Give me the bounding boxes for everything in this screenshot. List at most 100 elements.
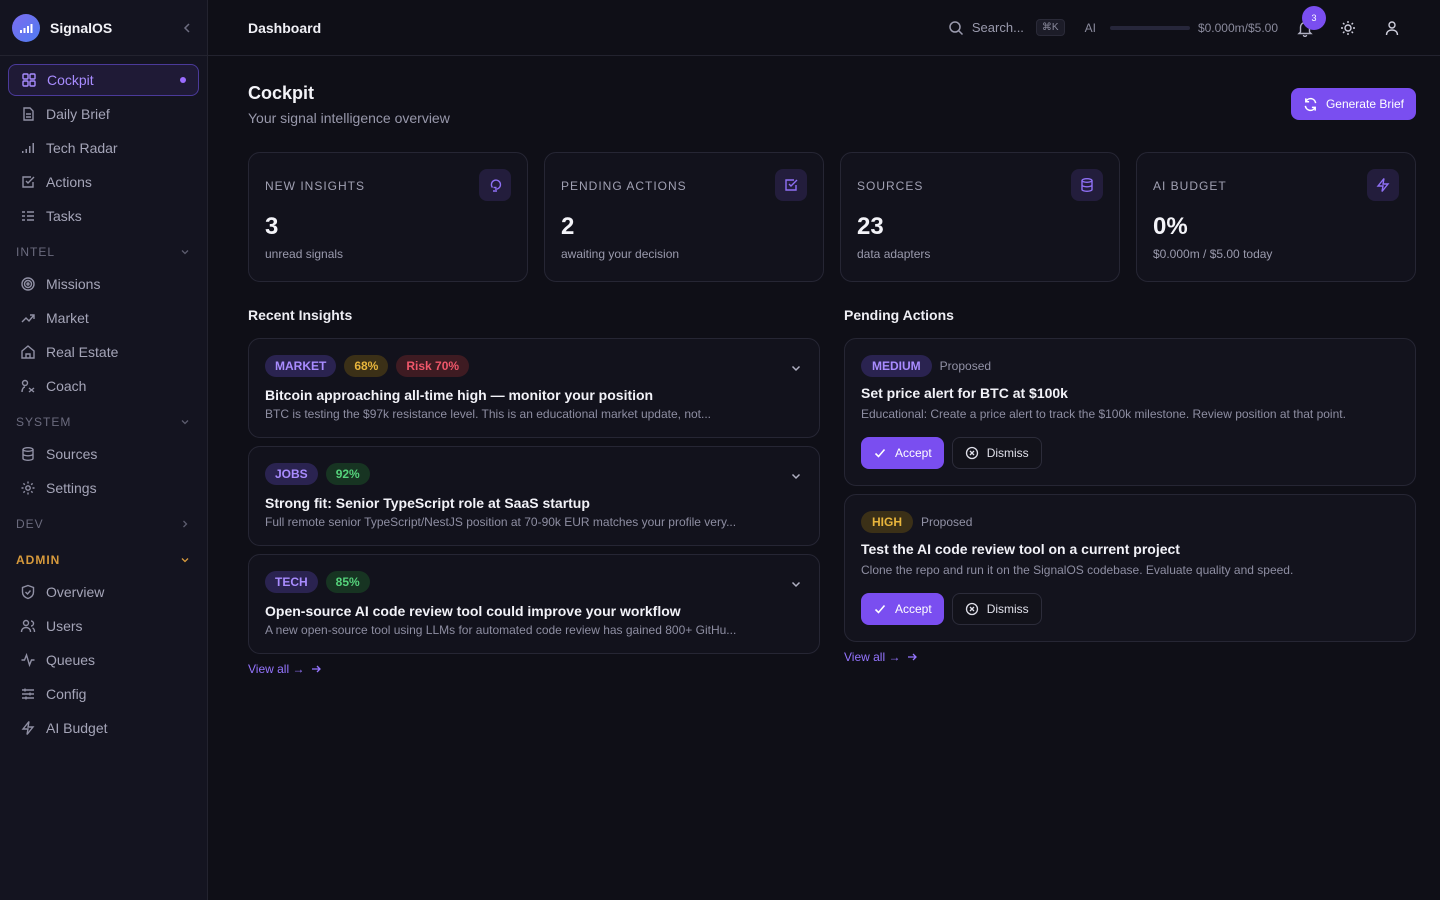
home-icon: [20, 344, 36, 360]
section-admin[interactable]: ADMIN: [8, 544, 199, 576]
notification-count-badge: 3: [1302, 5, 1326, 30]
stat-description: $0.000m / $5.00 today: [1153, 247, 1273, 261]
sidebar-item-cockpit[interactable]: Cockpit: [8, 64, 199, 96]
search-trigger[interactable]: Search... ⌘K: [948, 19, 1065, 36]
chevron-right-icon: [179, 518, 191, 530]
collapse-sidebar-icon[interactable]: [179, 20, 195, 36]
sidebar-item-users[interactable]: Users: [8, 610, 199, 642]
insight-card[interactable]: TECH 85% Open-source AI code review tool…: [248, 554, 820, 654]
sliders-icon: [20, 686, 36, 702]
sidebar-item-coach[interactable]: Coach: [8, 370, 199, 402]
sidebar-item-label: Users: [46, 618, 83, 634]
accept-button[interactable]: Accept: [861, 437, 944, 469]
insight-title: Strong fit: Senior TypeScript role at Sa…: [265, 495, 590, 511]
action-header: MEDIUM Proposed: [861, 355, 1399, 377]
recent-insights-title: Recent Insights: [248, 307, 353, 323]
sidebar-item-label: Config: [46, 686, 87, 702]
signal-logo-icon[interactable]: [12, 13, 40, 42]
gear-icon: [20, 480, 36, 496]
sidebar-item-overview[interactable]: Overview: [8, 576, 199, 608]
shield-icon: [20, 584, 36, 600]
sidebar-item-missions[interactable]: Missions: [8, 268, 199, 300]
insight-summary: A new open-source tool using LLMs for au…: [265, 623, 737, 637]
sidebar-item-label: AI Budget: [46, 720, 108, 736]
sidebar-item-tech-radar[interactable]: Tech Radar: [8, 132, 199, 164]
sidebar-nav: Cockpit Daily Brief Tech Radar Actions T…: [0, 56, 207, 754]
chevron-down-icon[interactable]: [789, 361, 803, 375]
priority-badge: HIGH: [861, 511, 913, 533]
stat-label: PENDING ACTIONS: [561, 179, 687, 193]
insights-view-all-link[interactable]: View all →: [248, 662, 820, 676]
sidebar-item-settings[interactable]: Settings: [8, 472, 199, 504]
grid-icon: [21, 72, 37, 88]
sidebar-item-label: Daily Brief: [46, 106, 110, 122]
page-breadcrumb: Dashboard: [248, 19, 322, 36]
sun-icon[interactable]: [1340, 20, 1356, 36]
sidebar-item-tasks[interactable]: Tasks: [8, 200, 199, 232]
stat-card-pending-actions[interactable]: PENDING ACTIONS 2 awaiting your decision: [544, 152, 824, 282]
check-icon: [873, 602, 887, 616]
bolt-icon: [20, 720, 36, 736]
sidebar-item-label: Cockpit: [47, 72, 94, 88]
accept-label: Accept: [895, 602, 932, 616]
dismiss-button[interactable]: Dismiss: [951, 437, 1042, 469]
insight-card[interactable]: MARKET 68% Risk 70% Bitcoin approaching …: [248, 338, 820, 438]
category-tag: MARKET: [265, 355, 337, 377]
stat-label: AI BUDGET: [1153, 179, 1227, 193]
sidebar-item-actions[interactable]: Actions: [8, 166, 199, 198]
chevron-down-icon[interactable]: [789, 577, 803, 591]
stat-card-sources[interactable]: SOURCES 23 data adapters: [840, 152, 1120, 282]
insight-card[interactable]: JOBS 92% Strong fit: Senior TypeScript r…: [248, 446, 820, 546]
ai-usage-label: AI: [1084, 20, 1096, 35]
app-name: SignalOS: [50, 19, 113, 36]
action-status: Proposed: [921, 515, 973, 529]
insight-tags: MARKET 68% Risk 70%: [265, 355, 803, 377]
trending-up-icon: [20, 310, 36, 326]
sidebar-item-real-estate[interactable]: Real Estate: [8, 336, 199, 368]
stat-card-new-insights[interactable]: NEW INSIGHTS 3 unread signals: [248, 152, 528, 282]
accept-button[interactable]: Accept: [861, 593, 944, 625]
stat-description: awaiting your decision: [561, 247, 680, 261]
pending-actions-list: MEDIUM Proposed Set price alert for BTC …: [844, 338, 1416, 664]
sidebar-item-daily-brief[interactable]: Daily Brief: [8, 98, 199, 130]
dismiss-label: Dismiss: [986, 446, 1029, 460]
sidebar-item-ai-budget[interactable]: AI Budget: [8, 712, 199, 744]
section-label: ADMIN: [16, 553, 61, 567]
sidebar-item-label: Missions: [46, 276, 101, 292]
sidebar-item-config[interactable]: Config: [8, 678, 199, 710]
actions-view-all-link[interactable]: View all →: [844, 650, 1416, 664]
arrow-right-icon: [906, 651, 918, 663]
checkbox-icon: [775, 169, 807, 201]
sidebar-item-label: Tech Radar: [46, 140, 118, 156]
sidebar-item-queues[interactable]: Queues: [8, 644, 199, 676]
user-icon[interactable]: [1384, 20, 1400, 36]
sidebar-item-market[interactable]: Market: [8, 302, 199, 334]
section-intel[interactable]: INTEL: [8, 236, 199, 268]
stat-card-ai-budget[interactable]: AI BUDGET 0% $0.000m / $5.00 today: [1136, 152, 1416, 282]
list-checks-icon: [20, 208, 36, 224]
confidence-tag: 92%: [325, 463, 370, 485]
topbar-controls: Search... ⌘K AI $0.000m/$5.00 3: [948, 5, 1400, 37]
action-card: HIGH Proposed Test the AI code review to…: [844, 494, 1416, 642]
chevron-down-icon[interactable]: [789, 469, 803, 483]
sidebar-item-label: Sources: [46, 446, 98, 462]
section-dev[interactable]: DEV: [8, 508, 199, 540]
generate-brief-button[interactable]: Generate Brief: [1290, 88, 1416, 120]
refresh-icon: [1303, 97, 1318, 112]
recent-insights-list: MARKET 68% Risk 70% Bitcoin approaching …: [248, 338, 820, 676]
dismiss-button[interactable]: Dismiss: [951, 593, 1042, 625]
search-icon: [948, 20, 964, 36]
section-label: DEV: [16, 517, 44, 531]
sidebar-item-sources[interactable]: Sources: [8, 438, 199, 470]
arrow-right-icon: [310, 663, 322, 675]
sidebar: SignalOS Cockpit Daily Brief Tech Radar …: [0, 0, 208, 900]
insight-title: Bitcoin approaching all-time high — moni…: [265, 387, 654, 403]
notifications-button[interactable]: 3: [1296, 5, 1326, 37]
sidebar-item-label: Coach: [46, 378, 87, 394]
signal-bars-icon: [20, 140, 36, 156]
section-system[interactable]: SYSTEM: [8, 406, 199, 438]
chevron-down-icon: [179, 416, 191, 428]
stat-label: NEW INSIGHTS: [265, 179, 366, 193]
sidebar-item-label: Overview: [46, 584, 105, 600]
generate-brief-label: Generate Brief: [1325, 97, 1404, 111]
